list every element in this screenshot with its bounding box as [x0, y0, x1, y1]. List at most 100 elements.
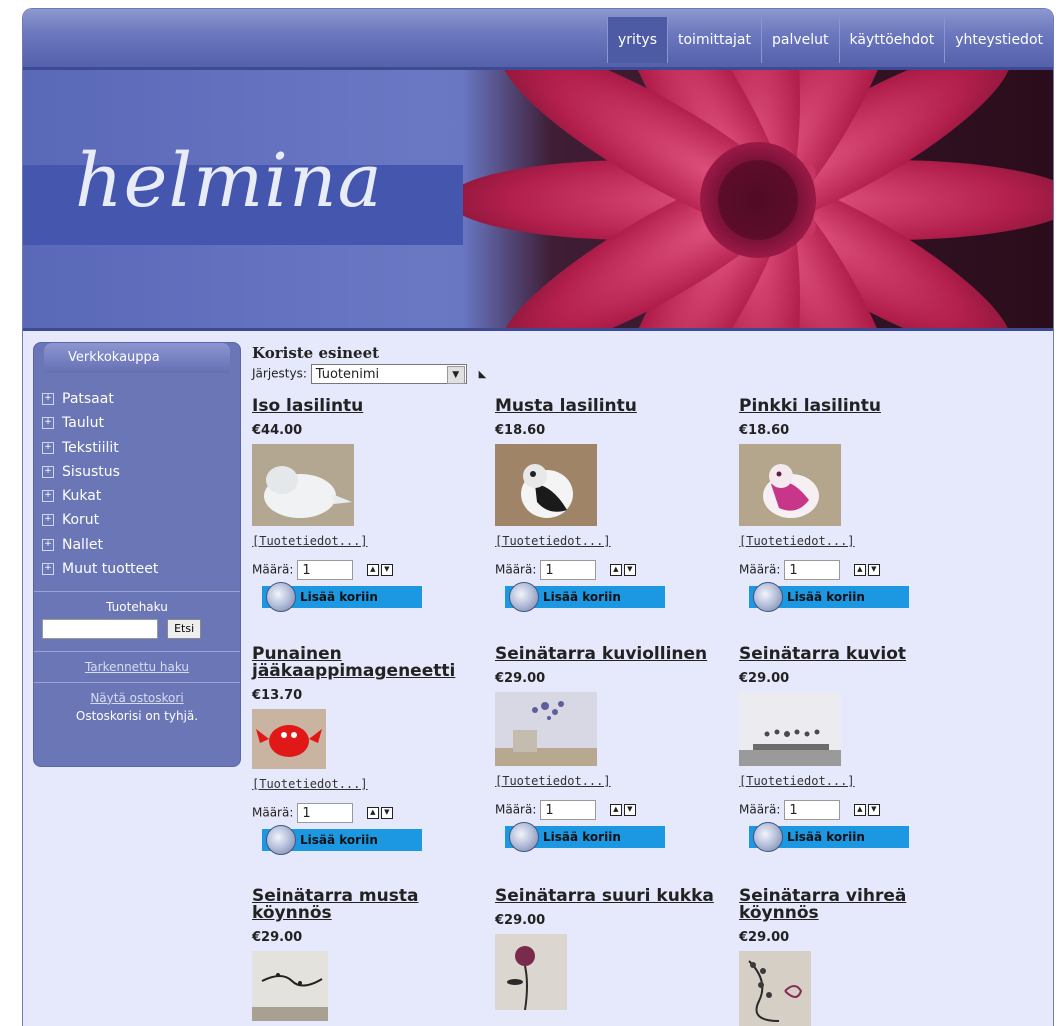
increase-icon[interactable]: ▲ [853, 564, 866, 576]
product-card: Punainen jääkaappimageneetti €13.70 [Tuo… [252, 646, 482, 855]
increase-icon[interactable]: ▲ [853, 804, 866, 816]
product-details-link[interactable]: [Tuotetiedot...] [495, 534, 725, 548]
product-name[interactable]: Iso lasilintu [252, 398, 482, 415]
nav-item-kayttoehdot[interactable]: käyttöehdot [838, 17, 945, 63]
product-price: €29.00 [739, 671, 790, 686]
expand-icon: + [42, 538, 54, 551]
increase-icon[interactable]: ▲ [609, 804, 622, 816]
product-image[interactable] [495, 692, 597, 766]
product-name[interactable]: Musta lasilintu [495, 398, 725, 415]
product-price: €18.60 [495, 423, 546, 438]
search-input[interactable] [42, 618, 158, 639]
increase-icon[interactable]: ▲ [366, 807, 379, 819]
product-name[interactable]: Pinkki lasilintu [739, 398, 969, 415]
quantity-input[interactable]: 1 [297, 803, 354, 823]
product-image[interactable] [739, 951, 811, 1026]
add-to-cart-label: Lisää koriin [787, 590, 865, 604]
divider [34, 650, 240, 652]
search-title: Tuotehaku [106, 600, 168, 615]
nav-item-yritys[interactable]: yritys [607, 17, 667, 63]
product-details-link[interactable]: [Tuotetiedot...] [252, 534, 482, 548]
quantity-input[interactable]: 1 [784, 560, 841, 580]
divider [34, 681, 240, 683]
add-to-cart-button[interactable]: Lisää koriin [505, 582, 665, 612]
site-logo[interactable]: helmina [75, 138, 383, 224]
sort-label: Järjestys: [252, 366, 307, 381]
category-patsaat[interactable]: + Patsaat [34, 387, 240, 411]
quantity-input[interactable]: 1 [784, 800, 841, 820]
nav-item-palvelut[interactable]: palvelut [761, 17, 839, 63]
expand-icon: + [42, 441, 54, 454]
category-label: Tekstiilit [62, 439, 119, 456]
sort-direction-icon[interactable]: ◣ [479, 369, 487, 380]
category-sisustus[interactable]: + Sisustus [34, 460, 240, 484]
product-name[interactable]: Seinätarra kuviot [739, 646, 969, 663]
product-card: Seinätarra musta köynnös €29.00 [252, 888, 482, 1025]
quantity-input[interactable]: 1 [540, 560, 597, 580]
advanced-search-link[interactable]: Tarkennettu haku [34, 660, 240, 674]
product-image[interactable] [495, 444, 597, 526]
category-label: Nallet [62, 536, 103, 553]
decrease-icon[interactable]: ▼ [623, 804, 636, 816]
sidebar: Verkkokauppa + Patsaat + Taulut + Tekstiili… [33, 342, 241, 767]
product-name[interactable]: Seinätarra musta köynnös [252, 888, 482, 922]
quantity-label: Määrä: [495, 562, 537, 577]
decrease-icon[interactable]: ▼ [623, 564, 636, 576]
category-nallet[interactable]: + Nallet [34, 533, 240, 557]
add-to-cart-button[interactable]: Lisää koriin [749, 582, 909, 612]
search-button[interactable]: Etsi [167, 618, 202, 639]
add-to-cart-button[interactable]: Lisää koriin [749, 822, 909, 852]
product-price: €44.00 [252, 423, 303, 438]
product-details-link[interactable]: [Tuotetiedot...] [739, 774, 969, 788]
product-details-link[interactable]: [Tuotetiedot...] [252, 777, 482, 791]
quantity-input[interactable]: 1 [540, 800, 597, 820]
add-to-cart-label: Lisää koriin [543, 590, 621, 604]
divider [34, 591, 240, 593]
sort-select[interactable]: Tuotenimi ▼ [310, 364, 467, 384]
add-to-cart-button[interactable]: Lisää koriin [262, 582, 422, 612]
product-details-link[interactable]: [Tuotetiedot...] [495, 774, 725, 788]
nav-item-toimittajat[interactable]: toimittajat [667, 17, 761, 63]
nav-item-yhteystiedot[interactable]: yhteystiedot [944, 17, 1053, 63]
category-korut[interactable]: + Korut [34, 508, 240, 532]
product-details-link[interactable]: [Tuotetiedot...] [739, 534, 969, 548]
category-title: Koriste esineet [252, 344, 380, 362]
category-list: + Patsaat + Taulut + Tekstiilit + Sisustus +… [34, 373, 240, 581]
product-name[interactable]: Seinätarra kuviollinen [495, 646, 725, 663]
top-navigation: yritys toimittajat palvelut käyttöehdot … [23, 9, 1053, 70]
cd-icon [266, 825, 296, 855]
decrease-icon[interactable]: ▼ [380, 564, 393, 576]
product-card: Seinätarra suuri kukka €29.00 [495, 888, 725, 1014]
add-to-cart-button[interactable]: Lisää koriin [505, 822, 665, 852]
product-card: Seinätarra kuviot €29.00 [Tuotetiedot...… [739, 646, 969, 852]
expand-icon: + [42, 563, 54, 576]
product-name[interactable]: Seinätarra suuri kukka [495, 888, 725, 905]
product-name[interactable]: Punainen jääkaappimageneetti [252, 646, 482, 680]
product-image[interactable] [739, 692, 841, 766]
product-image[interactable] [495, 934, 567, 1011]
chevron-down-icon[interactable]: ▼ [446, 366, 465, 384]
increase-icon[interactable]: ▲ [609, 564, 622, 576]
quantity-input[interactable]: 1 [297, 560, 354, 580]
category-tekstiilit[interactable]: + Tekstiilit [34, 436, 240, 460]
decrease-icon[interactable]: ▼ [867, 804, 880, 816]
product-price: €29.00 [252, 930, 303, 945]
show-cart-link[interactable]: Näytä ostoskori [34, 691, 240, 705]
cd-icon [509, 822, 539, 852]
product-image[interactable] [252, 709, 326, 769]
category-kukat[interactable]: + Kukat [34, 484, 240, 508]
increase-icon[interactable]: ▲ [366, 564, 379, 576]
product-image[interactable] [252, 951, 328, 1021]
product-price: €18.60 [739, 423, 790, 438]
product-image[interactable] [252, 444, 354, 526]
category-label: Muut tuotteet [62, 561, 159, 578]
add-to-cart-button[interactable]: Lisää koriin [262, 825, 422, 855]
product-name[interactable]: Seinätarra vihreä köynnös [739, 888, 969, 922]
quantity-row: Määrä: 1 ▲ ▼ [739, 560, 969, 580]
quantity-label: Määrä: [495, 802, 537, 817]
category-muut-tuotteet[interactable]: + Muut tuotteet [34, 557, 240, 581]
category-taulut[interactable]: + Taulut [34, 411, 240, 435]
decrease-icon[interactable]: ▼ [867, 564, 880, 576]
decrease-icon[interactable]: ▼ [380, 807, 393, 819]
product-image[interactable] [739, 444, 841, 526]
